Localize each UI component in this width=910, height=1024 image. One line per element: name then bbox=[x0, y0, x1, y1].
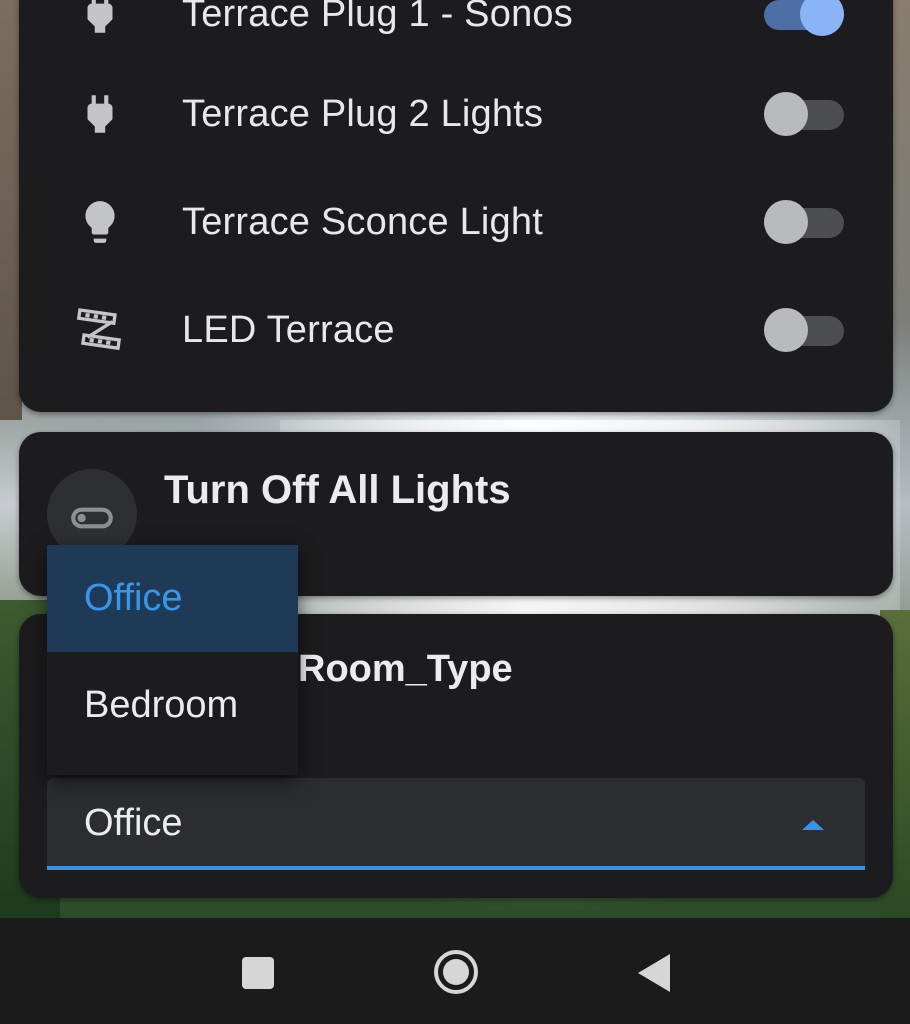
entity-label: Terrace Sconce Light bbox=[182, 201, 543, 243]
room-type-title: Room_Type bbox=[298, 648, 513, 690]
toggle-knob bbox=[800, 0, 844, 36]
entity-toggle[interactable] bbox=[764, 92, 844, 136]
toggle-knob bbox=[764, 92, 808, 136]
led-strip-icon bbox=[75, 305, 125, 355]
entity-label: Terrace Plug 2 Lights bbox=[182, 93, 544, 135]
entity-label: LED Terrace bbox=[182, 309, 395, 351]
entity-toggle[interactable] bbox=[764, 200, 844, 244]
room-type-select[interactable]: Office bbox=[47, 778, 865, 870]
entity-toggle[interactable] bbox=[764, 0, 844, 36]
power-plug-icon bbox=[75, 89, 125, 139]
select-value: Office bbox=[84, 802, 183, 844]
recents-square-icon[interactable] bbox=[236, 951, 280, 995]
toggle-knob bbox=[764, 200, 808, 244]
caret-up-icon bbox=[801, 818, 825, 836]
entity-row-led-terrace[interactable]: LED Terrace bbox=[19, 276, 893, 384]
toggle-switch-off-icon bbox=[67, 493, 117, 548]
entity-row-terrace-plug-1[interactable]: Terrace Plug 1 - Sonos bbox=[19, 0, 893, 68]
entity-toggle[interactable] bbox=[764, 308, 844, 352]
room-type-dropdown-menu: Office Bedroom bbox=[47, 545, 298, 775]
back-triangle-icon[interactable] bbox=[634, 951, 678, 995]
system-navigation-bar bbox=[0, 918, 910, 1024]
toggle-knob bbox=[764, 308, 808, 352]
home-circle-icon[interactable] bbox=[432, 948, 480, 996]
entity-label: Terrace Plug 1 - Sonos bbox=[182, 0, 573, 35]
entity-row-terrace-plug-2[interactable]: Terrace Plug 2 Lights bbox=[19, 60, 893, 168]
dropdown-option-bedroom[interactable]: Bedroom bbox=[47, 652, 298, 759]
power-plug-icon bbox=[75, 0, 125, 39]
entity-row-terrace-sconce[interactable]: Terrace Sconce Light bbox=[19, 168, 893, 276]
entities-card: Terrace Plug 1 - Sonos Terrace Plug 2 Li… bbox=[19, 0, 893, 412]
script-title: Turn Off All Lights bbox=[164, 468, 511, 512]
dropdown-option-office[interactable]: Office bbox=[47, 545, 298, 652]
lightbulb-icon bbox=[75, 197, 125, 247]
